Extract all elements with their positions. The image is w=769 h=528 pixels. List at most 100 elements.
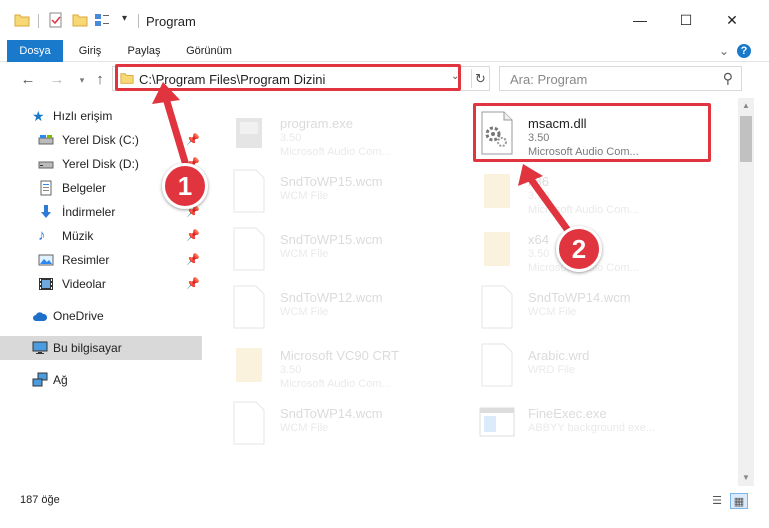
address-dropdown-chevron-icon[interactable]: ⌄ bbox=[451, 71, 459, 82]
file-name: FineExec.exe bbox=[528, 406, 607, 421]
file-item[interactable]: SndToWP15.wcm WCM File bbox=[216, 220, 466, 278]
recent-locations-chevron-icon[interactable]: ▾ bbox=[72, 70, 92, 90]
sidebar-item-label: Resimler bbox=[62, 253, 110, 267]
search-input[interactable]: Ara: Program ⚲ bbox=[499, 66, 742, 91]
pin-icon[interactable]: 📌 bbox=[186, 253, 200, 266]
file-item[interactable]: SndToWP15.wcm WCM File bbox=[216, 162, 466, 220]
file-version: 3.50 bbox=[528, 190, 550, 202]
file-item-program-exe[interactable]: program.exe 3.50 Microsoft Audio Com... bbox=[216, 104, 466, 162]
file-name: Microsoft VC90 CRT bbox=[280, 348, 399, 363]
sidebar-item-onedrive[interactable]: OneDrive bbox=[0, 304, 202, 328]
title-bar: ▾ Program — ☐ ✕ bbox=[0, 0, 769, 40]
file-name: SndToWP15.wcm bbox=[280, 232, 383, 247]
pin-icon[interactable]: 📌 bbox=[186, 229, 200, 242]
navigation-bar: ← → ▾ ↑ C:\Program Files\Program Dizini … bbox=[0, 62, 769, 98]
file-name: SndToWP12.wcm bbox=[280, 290, 383, 305]
step-badge-2: 2 bbox=[556, 226, 602, 272]
tab-share[interactable]: Paylaş bbox=[120, 40, 168, 62]
file-item[interactable]: SndToWP14.wcm WCM File bbox=[216, 394, 466, 452]
file-description: Microsoft Audio Com... bbox=[528, 204, 639, 216]
file-item[interactable]: FineExec.exe ABBYY background exe... bbox=[464, 394, 714, 452]
dll-gear-icon bbox=[481, 111, 513, 155]
sidebar-item-this-pc[interactable]: Bu bilgisayar bbox=[0, 336, 202, 360]
large-icons-view-icon[interactable]: ▦ bbox=[730, 493, 748, 509]
sidebar-item-label: OneDrive bbox=[53, 309, 104, 323]
address-bar[interactable]: C:\Program Files\Program Dizini ⌄ ↻ bbox=[112, 66, 490, 91]
close-button[interactable]: ✕ bbox=[709, 0, 755, 40]
file-item[interactable]: Arabic.wrd WRD File bbox=[464, 336, 714, 394]
separator bbox=[138, 14, 139, 28]
file-version: 3.50 bbox=[280, 132, 302, 144]
videos-icon bbox=[39, 278, 53, 290]
sidebar-item-label: Bu bilgisayar bbox=[53, 341, 122, 355]
expand-ribbon-chevron-icon[interactable]: ⌄ bbox=[716, 43, 732, 59]
folder-file-icon bbox=[484, 232, 510, 266]
refresh-icon[interactable]: ↻ bbox=[471, 69, 489, 88]
folder-file-icon bbox=[484, 174, 510, 208]
tab-view[interactable]: Görünüm bbox=[176, 40, 242, 62]
file-list: program.exe 3.50 Microsoft Audio Com... … bbox=[206, 98, 736, 486]
file-item[interactable]: SndToWP14.wcm WCM File bbox=[464, 278, 714, 336]
blank-file-icon bbox=[233, 285, 265, 329]
file-description: Microsoft Audio Com... bbox=[280, 146, 391, 158]
minimize-button[interactable]: — bbox=[617, 0, 663, 40]
maximize-button[interactable]: ☐ bbox=[663, 0, 709, 40]
step-badge-1: 1 bbox=[162, 163, 208, 209]
details-view-icon[interactable]: ☰ bbox=[708, 493, 726, 509]
blank-file-icon bbox=[481, 285, 513, 329]
tab-file[interactable]: Dosya bbox=[7, 40, 63, 62]
vertical-scrollbar[interactable]: ▲ ▼ bbox=[738, 98, 754, 486]
file-item[interactable]: Microsoft VC90 CRT 3.50 Microsoft Audio … bbox=[216, 336, 466, 394]
file-name: Arabic.wrd bbox=[528, 348, 590, 363]
sidebar-item-label: Yerel Disk (C:) bbox=[62, 133, 139, 147]
address-path[interactable]: C:\Program Files\Program Dizini bbox=[139, 72, 325, 87]
navigation-pane: ★ Hızlı erişim Yerel Disk (C:) 📌 Yerel D… bbox=[0, 98, 204, 486]
sidebar-item-quick-access[interactable]: ★ Hızlı erişim bbox=[0, 104, 202, 128]
properties-check-icon[interactable] bbox=[48, 12, 64, 28]
search-icon[interactable]: ⚲ bbox=[723, 70, 733, 87]
sidebar-item-local-disk-c[interactable]: Yerel Disk (C:) 📌 bbox=[0, 128, 202, 152]
sidebar-item-network[interactable]: Ağ bbox=[0, 368, 202, 392]
file-item-msacm-dll[interactable]: msacm.dll 3.50 Microsoft Audio Com... bbox=[464, 104, 714, 162]
pin-icon[interactable]: 📌 bbox=[186, 277, 200, 290]
up-arrow-icon[interactable]: ↑ bbox=[90, 70, 110, 90]
new-folder-icon[interactable] bbox=[72, 12, 88, 28]
file-description: ABBYY background exe... bbox=[528, 422, 655, 434]
file-item[interactable]: x86 3.50 Microsoft Audio Com... bbox=[464, 162, 714, 220]
file-type: WCM File bbox=[280, 422, 329, 434]
scroll-down-arrow-icon[interactable]: ▼ bbox=[738, 470, 754, 486]
cloud-icon bbox=[33, 312, 48, 321]
blank-file-icon bbox=[233, 169, 265, 213]
view-options-icon[interactable] bbox=[94, 12, 110, 28]
pin-icon[interactable]: 📌 bbox=[186, 133, 200, 146]
sidebar-item-label: Belgeler bbox=[62, 181, 107, 195]
file-type: WCM File bbox=[528, 306, 577, 318]
exe-icon bbox=[236, 118, 262, 148]
item-count: 187 öğe bbox=[20, 494, 60, 506]
sidebar-item-music[interactable]: ♪ Müzik 📌 bbox=[0, 224, 202, 248]
help-icon[interactable]: ? bbox=[737, 44, 751, 58]
star-icon: ★ bbox=[32, 108, 45, 124]
network-icon bbox=[32, 372, 48, 387]
sidebar-item-label: Videolar bbox=[62, 277, 106, 291]
forward-arrow-icon[interactable]: → bbox=[47, 70, 67, 90]
scroll-up-arrow-icon[interactable]: ▲ bbox=[738, 98, 754, 114]
back-arrow-icon[interactable]: ← bbox=[18, 70, 38, 90]
tab-home[interactable]: Giriş bbox=[70, 40, 110, 62]
file-item[interactable]: SndToWP12.wcm WCM File bbox=[216, 278, 466, 336]
sidebar-item-pictures[interactable]: Resimler 📌 bbox=[0, 248, 202, 272]
folder-file-icon bbox=[236, 348, 262, 382]
status-bar: 187 öğe ☰ ▦ bbox=[0, 486, 769, 528]
blank-file-icon bbox=[233, 227, 265, 271]
file-name: x64 bbox=[528, 232, 549, 247]
scroll-thumb[interactable] bbox=[740, 116, 752, 162]
sidebar-item-videos[interactable]: Videolar 📌 bbox=[0, 272, 202, 296]
drive-icon bbox=[38, 161, 54, 169]
folder-icon[interactable] bbox=[14, 12, 30, 28]
search-placeholder: Ara: Program bbox=[510, 72, 588, 87]
blank-file-icon bbox=[481, 343, 513, 387]
customize-toolbar-chevron-icon[interactable]: ▾ bbox=[122, 13, 127, 24]
music-icon: ♪ bbox=[38, 227, 46, 244]
file-name: SndToWP14.wcm bbox=[528, 290, 631, 305]
file-name: SndToWP15.wcm bbox=[280, 174, 383, 189]
